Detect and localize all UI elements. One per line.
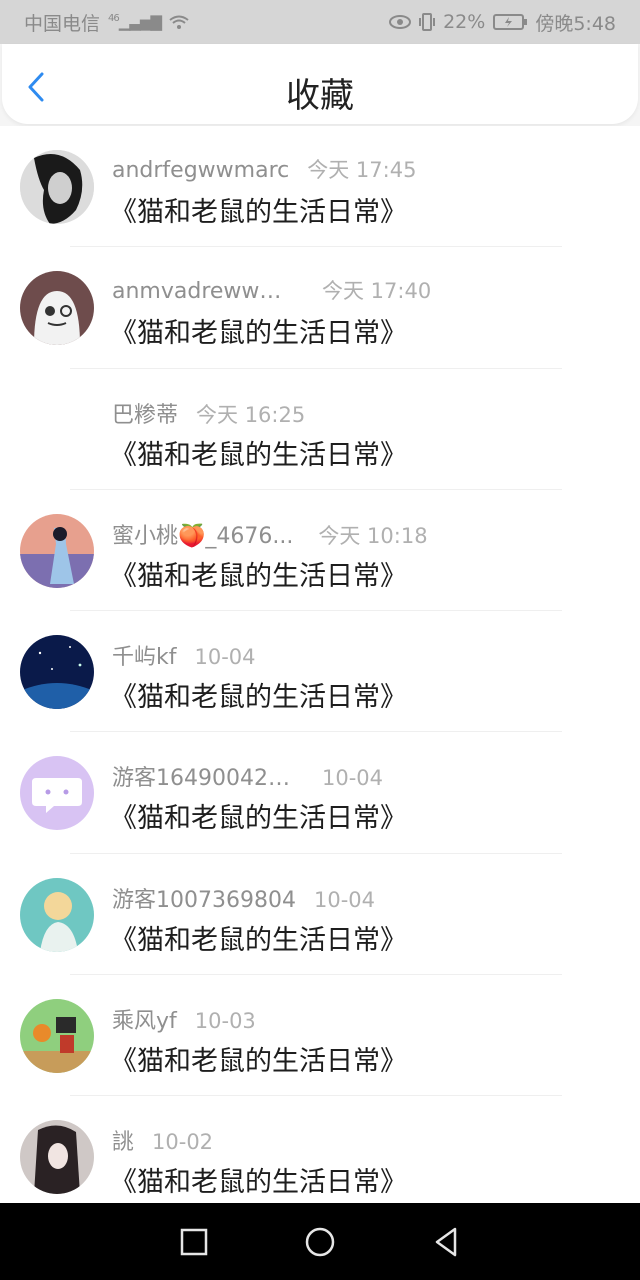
list-item[interactable]: 蜜小桃🍑_4676... 今天 10:18 《猫和老鼠的生活日常》 [0, 490, 640, 612]
favorite-title[interactable]: 《猫和老鼠的生活日常》 [110, 190, 407, 229]
vibrate-icon [419, 13, 436, 31]
user-name[interactable]: andrfegwwmarc [112, 158, 289, 183]
avatar[interactable] [20, 635, 94, 710]
home-button[interactable] [303, 1225, 337, 1259]
timestamp: 10-04 [194, 645, 256, 670]
favorite-title[interactable]: 《猫和老鼠的生活日常》 [110, 311, 407, 350]
item-meta: 千屿kf 10-04 [112, 639, 256, 671]
list-item[interactable]: 巴糁蒂 今天 16:25 《猫和老鼠的生活日常》 [0, 369, 640, 490]
item-meta: 巴糁蒂 今天 16:25 [112, 397, 305, 429]
list-item[interactable]: 誂 10-02 《猫和老鼠的生活日常》 [0, 1096, 640, 1204]
favorite-title[interactable]: 《猫和老鼠的生活日常》 [110, 1039, 407, 1078]
timestamp: 10-04 [322, 766, 384, 791]
timestamp: 今天 16:25 [196, 402, 306, 427]
status-right: 22% 傍晚5:48 [389, 9, 616, 36]
system-nav-bar [0, 1203, 640, 1280]
favorite-title[interactable]: 《猫和老鼠的生活日常》 [110, 1160, 407, 1199]
favorite-title[interactable]: 《猫和老鼠的生活日常》 [110, 554, 407, 593]
user-name[interactable]: 乘风yf [112, 1003, 177, 1035]
timestamp: 今天 17:45 [307, 158, 417, 182]
item-meta: 游客1007369804 10-04 [112, 882, 375, 914]
user-name[interactable]: 巴糁蒂 [112, 397, 178, 429]
item-meta: 游客164900427... 10-04 [112, 760, 383, 792]
avatar[interactable] [20, 150, 94, 224]
list-item[interactable]: andrfegwwmarc 今天 17:45 《猫和老鼠的生活日常》 [0, 126, 640, 248]
avatar[interactable] [20, 392, 94, 467]
status-left: 中国电信 46▁▃▅▇ [24, 9, 189, 36]
item-meta: 誂 10-02 [112, 1124, 213, 1156]
list-item[interactable]: 千屿kf 10-04 《猫和老鼠的生活日常》 [0, 611, 640, 733]
favorites-list: andrfegwwmarc 今天 17:45 《猫和老鼠的生活日常》 anmva… [0, 126, 640, 1204]
favorite-title[interactable]: 《猫和老鼠的生活日常》 [110, 918, 407, 957]
list-item[interactable]: anmvadrewwm... 今天 17:40 《猫和老鼠的生活日常》 [0, 247, 640, 369]
avatar[interactable] [20, 1120, 94, 1195]
timestamp: 10-04 [313, 887, 376, 912]
battery-percent: 22% [443, 11, 486, 33]
item-meta: 乘风yf 10-03 [112, 1003, 256, 1035]
timestamp: 10-02 [152, 1130, 214, 1155]
item-meta: andrfegwwmarc 今天 17:45 [112, 154, 416, 184]
battery-icon [493, 14, 528, 30]
user-name[interactable]: anmvadrewwm... [112, 279, 297, 304]
user-name[interactable]: 游客164900427... [112, 760, 297, 792]
page-title: 收藏 [286, 76, 354, 116]
recents-button[interactable] [177, 1225, 211, 1259]
favorite-title[interactable]: 《猫和老鼠的生活日常》 [110, 675, 407, 714]
carrier-label: 中国电信 [24, 12, 101, 35]
user-name[interactable]: 蜜小桃🍑_4676... [112, 518, 293, 550]
header: 收藏 [2, 44, 638, 124]
favorite-title[interactable]: 《猫和老鼠的生活日常》 [110, 796, 407, 835]
signal-icon: 46▁▃▅▇ [108, 13, 162, 31]
back-nav-button[interactable] [429, 1225, 463, 1259]
list-item[interactable]: 乘风yf 10-03 《猫和老鼠的生活日常》 [0, 975, 640, 1097]
signal-type-label: 46 [108, 13, 120, 24]
item-meta: anmvadrewwm... 今天 17:40 [112, 275, 431, 305]
list-item[interactable]: 游客164900427... 10-04 《猫和老鼠的生活日常》 [0, 732, 640, 854]
timestamp: 10-03 [194, 1009, 256, 1034]
avatar[interactable] [20, 999, 94, 1074]
avatar[interactable] [20, 271, 94, 346]
user-name[interactable]: 游客1007369804 [112, 882, 296, 914]
favorite-title[interactable]: 《猫和老鼠的生活日常》 [110, 433, 407, 472]
avatar[interactable] [20, 877, 94, 952]
user-name[interactable]: 誂 [112, 1124, 134, 1156]
timestamp: 今天 10:18 [318, 523, 428, 548]
clock: 傍晚5:48 [535, 12, 616, 35]
status-bar: 中国电信 46▁▃▅▇ 22% 傍晚5:48 [0, 0, 640, 44]
timestamp: 今天 17:40 [322, 279, 432, 304]
list-item[interactable]: 游客1007369804 10-04 《猫和老鼠的生活日常》 [0, 854, 640, 976]
avatar[interactable] [20, 756, 94, 831]
wifi-icon [169, 15, 189, 29]
avatar[interactable] [20, 513, 94, 588]
user-name[interactable]: 千屿kf [112, 639, 177, 671]
eye-icon [389, 15, 412, 29]
item-meta: 蜜小桃🍑_4676... 今天 10:18 [112, 518, 428, 550]
